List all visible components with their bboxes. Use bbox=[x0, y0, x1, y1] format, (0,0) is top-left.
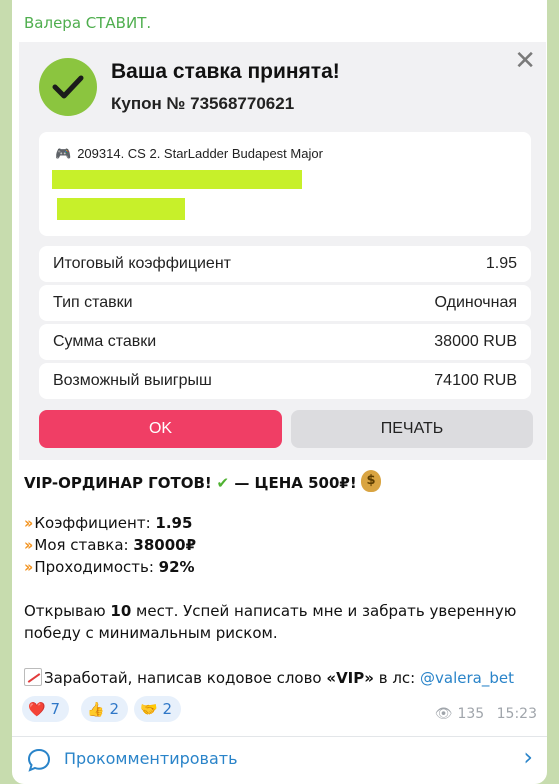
stake-line: ›› Моя ставка: 38000₽ bbox=[24, 536, 196, 554]
bet-screenshot[interactable]: Ваша ставка принята! Купон № 73568770621… bbox=[19, 42, 546, 460]
heart-icon: ❤️ bbox=[28, 702, 46, 718]
reaction-handshake[interactable]: 🤝 2 bbox=[134, 696, 181, 722]
event-title: 209314. CS 2. StarLadder Budapest Major bbox=[77, 146, 323, 161]
row-key: Итоговый коэффициент bbox=[53, 255, 231, 272]
offer-text: мест. Успей написать мне и забрать увере… bbox=[131, 602, 517, 620]
info-row-win: Возможный выигрыш 74100 RUB bbox=[39, 363, 531, 399]
check-mark-icon: ✔ bbox=[216, 474, 230, 492]
eye-icon: 👁 bbox=[434, 706, 453, 722]
reaction-thumbs-up[interactable]: 👍 2 bbox=[81, 696, 128, 722]
offer-text: Открываю bbox=[24, 602, 111, 620]
comment-label: Прокомментировать bbox=[64, 749, 238, 768]
channel-name[interactable]: Валера СТАВИТ. bbox=[24, 14, 151, 32]
message-meta: 👁 135 15:23 bbox=[435, 706, 537, 722]
row-key: Возможный выигрыш bbox=[53, 372, 212, 389]
comment-button[interactable]: Прокомментировать › bbox=[12, 736, 547, 784]
reaction-heart[interactable]: ❤️ 7 bbox=[22, 696, 69, 722]
bet-accepted-title: Ваша ставка принята! bbox=[111, 60, 340, 83]
offer-line-1: Открываю 10 мест. Успей написать мне и з… bbox=[24, 602, 516, 620]
highlight-bar bbox=[57, 198, 185, 220]
reaction-count: 2 bbox=[109, 700, 119, 718]
comment-icon bbox=[27, 748, 51, 772]
double-arrow-icon: ›› bbox=[24, 514, 34, 532]
close-icon[interactable]: ✕ bbox=[514, 46, 536, 76]
seat-count: 10 bbox=[110, 602, 132, 620]
headline-text: VIP-ОРДИНАР ГОТОВ! bbox=[24, 474, 212, 492]
row-key: Сумма ставки bbox=[53, 333, 157, 350]
double-arrow-icon: ›› bbox=[24, 558, 34, 576]
message-bubble: Валера СТАВИТ. Ваша ставка принята! Купо… bbox=[12, 0, 547, 784]
headline: VIP-ОРДИНАР ГОТОВ! ✔ — ЦЕНА 500₽! bbox=[24, 470, 382, 492]
info-row-type: Тип ставки Одиночная bbox=[39, 285, 531, 321]
timestamp: 15:23 bbox=[496, 706, 537, 722]
cta-text: в лс: bbox=[373, 669, 420, 687]
handshake-icon: 🤝 bbox=[140, 702, 158, 718]
offer-line-2: победу с минимальным риском. bbox=[24, 624, 278, 642]
pass-label: Проходимость: bbox=[34, 558, 159, 576]
double-arrow-icon: ›› bbox=[24, 536, 34, 554]
price-text: — ЦЕНА 500₽! bbox=[229, 474, 357, 492]
money-bag-icon bbox=[361, 470, 382, 492]
code-word: «VIP» bbox=[326, 669, 374, 687]
row-value: 1.95 bbox=[485, 255, 517, 272]
thumbs-up-icon: 👍 bbox=[87, 702, 105, 718]
event-card: 🎮 209314. CS 2. StarLadder Budapest Major bbox=[39, 132, 531, 236]
row-value: 38000 RUB bbox=[434, 333, 517, 350]
view-count: 135 bbox=[457, 706, 485, 722]
info-row-coef: Итоговый коэффициент 1.95 bbox=[39, 246, 531, 282]
row-value: Одиночная bbox=[434, 294, 517, 311]
cta-line: Заработай, написав кодовое слово «VIP» в… bbox=[24, 668, 514, 687]
check-icon bbox=[39, 58, 97, 116]
highlight-bar bbox=[52, 170, 302, 189]
print-button[interactable]: ПЕЧАТЬ bbox=[291, 410, 533, 448]
cta-text: Заработай, написав кодовое слово bbox=[44, 669, 327, 687]
row-key: Тип ставки bbox=[53, 294, 133, 311]
gamepad-icon: 🎮 bbox=[55, 146, 72, 161]
stake-label: Моя ставка: bbox=[34, 536, 134, 554]
pass-value: 92% bbox=[158, 558, 195, 576]
reaction-count: 7 bbox=[50, 700, 60, 718]
chart-up-icon bbox=[24, 668, 42, 686]
stake-value: 38000₽ bbox=[133, 536, 197, 554]
reaction-count: 2 bbox=[162, 700, 172, 718]
coef-value: 1.95 bbox=[155, 514, 193, 532]
row-value: 74100 RUB bbox=[434, 372, 517, 389]
event-line: 🎮 209314. CS 2. StarLadder Budapest Major bbox=[55, 146, 323, 162]
ok-button[interactable]: OK bbox=[39, 410, 282, 448]
info-row-stake: Сумма ставки 38000 RUB bbox=[39, 324, 531, 360]
pass-line: ›› Проходимость: 92% bbox=[24, 558, 195, 576]
coef-label: Коэффициент: bbox=[34, 514, 156, 532]
mention-link[interactable]: @valera_bet bbox=[420, 669, 514, 687]
chevron-right-icon: › bbox=[523, 743, 533, 771]
coef-line: ›› Коэффициент: 1.95 bbox=[24, 514, 192, 532]
coupon-number: Купон № 73568770621 bbox=[111, 94, 295, 113]
